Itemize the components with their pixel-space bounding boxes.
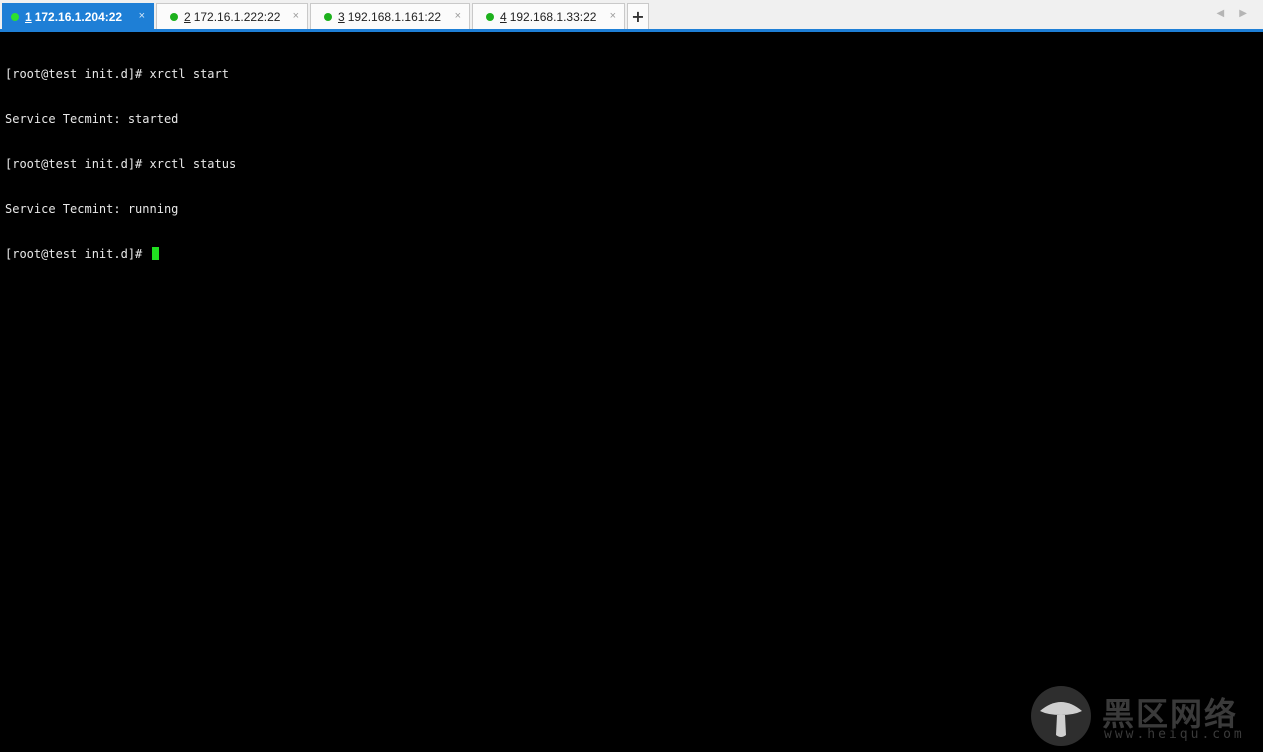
status-dot-icon [324,12,332,21]
tab-number: 1 [25,9,32,24]
terminal-line: [root@test init.d]# xrctl start [5,67,229,81]
watermark-url: www.heiqu.com [1104,727,1245,742]
terminal-output[interactable]: [root@test init.d]# xrctl start Service … [0,35,1263,752]
tab-host-label: 172.16.1.222:22 [193,9,281,24]
tab-number: 3 [338,9,345,24]
terminal-line: Service Tecmint: running [5,202,179,216]
close-icon[interactable]: × [293,10,299,22]
tab-session-1[interactable]: 1 172.16.1.204:22 × [2,3,154,29]
tab-host-label: 192.168.1.33:22 [509,9,597,24]
terminal-prompt: [root@test init.d]# [5,247,150,261]
close-icon[interactable]: × [139,10,145,22]
close-icon[interactable]: × [610,10,616,22]
tab-scroll-arrows[interactable]: ◀ ▶ [1216,8,1253,19]
tab-host-label: 172.16.1.204:22 [34,9,123,24]
close-icon[interactable]: × [455,10,461,22]
plus-icon: + [631,7,645,26]
mushroom-logo-icon [1031,686,1091,746]
tab-number: 4 [500,9,507,24]
tab-bar: 1 172.16.1.204:22 × 2 172.16.1.222:22 × … [0,0,1263,32]
terminal-line: [root@test init.d]# xrctl status [5,157,237,171]
status-dot-icon [170,12,178,21]
tab-session-4[interactable]: 4 192.168.1.33:22 × [472,3,625,29]
terminal-prompt-line[interactable]: [root@test init.d]# [5,247,1258,262]
status-dot-icon [11,12,19,21]
tab-session-3[interactable]: 3 192.168.1.161:22 × [310,3,470,29]
tab-number: 2 [184,9,191,24]
watermark: 黑区网络 www.heiqu.com [1030,685,1255,747]
tab-host-label: 192.168.1.161:22 [347,9,442,24]
status-dot-icon [486,12,494,21]
tab-session-2[interactable]: 2 172.16.1.222:22 × [156,3,308,29]
terminal-cursor [151,247,159,260]
terminal-line: Service Tecmint: started [5,112,179,126]
add-tab-button[interactable]: + [627,3,649,29]
